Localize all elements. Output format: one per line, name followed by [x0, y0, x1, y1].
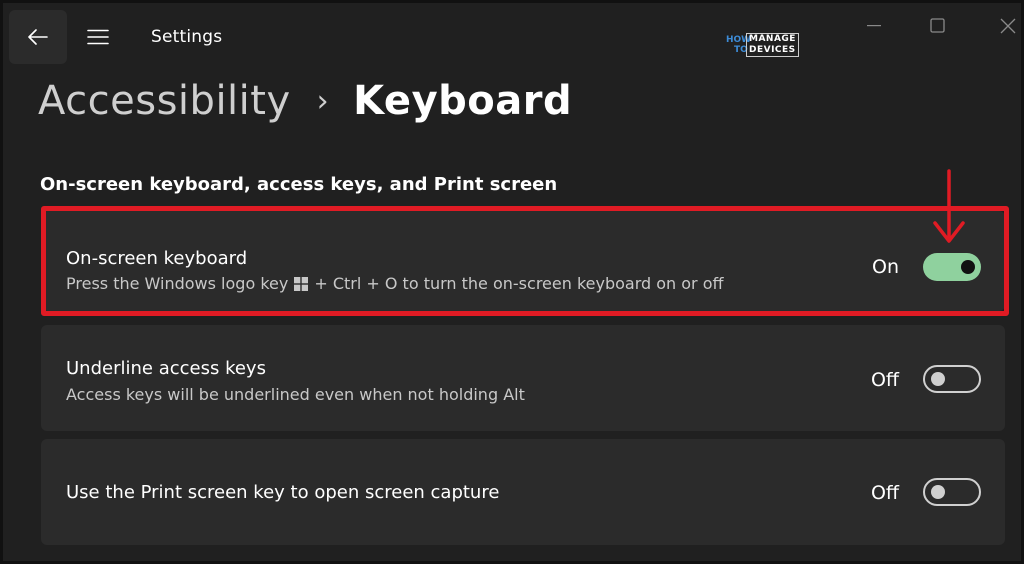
breadcrumb-separator-icon: ›: [316, 83, 330, 119]
setting-description: Access keys will be underlined even when…: [66, 385, 525, 404]
setting-title: Use the Print screen key to open screen …: [66, 482, 500, 503]
minimize-button[interactable]: [851, 11, 897, 41]
setting-title: Underline access keys: [66, 358, 266, 379]
minimize-icon: [867, 25, 881, 27]
close-icon: [1000, 18, 1016, 34]
print-screen-capture-toggle[interactable]: [923, 478, 981, 506]
toggle-state-label: Off: [870, 369, 899, 391]
logo-brand-text: MANAGE DEVICES: [746, 33, 799, 57]
toggle-knob: [931, 372, 945, 386]
page-title: Keyboard: [353, 78, 573, 124]
toggle-knob: [931, 485, 945, 499]
setting-on-screen-keyboard: On-screen keyboard Press the Windows log…: [41, 211, 1005, 311]
hamburger-menu-icon: [87, 29, 109, 45]
back-arrow-icon: [28, 29, 48, 45]
setting-description: Press the Windows logo key + Ctrl + O to…: [66, 274, 724, 293]
maximize-button[interactable]: [915, 11, 961, 41]
toggle-knob: [961, 260, 975, 274]
on-screen-keyboard-toggle[interactable]: [923, 253, 981, 281]
back-button[interactable]: [9, 10, 67, 64]
settings-window: Settings HOW TO MANAGE DEVICES Accessibi…: [0, 0, 1024, 564]
app-title: Settings: [151, 27, 223, 47]
setting-print-screen-capture: Use the Print screen key to open screen …: [41, 439, 1005, 545]
breadcrumb-parent[interactable]: Accessibility: [38, 78, 291, 124]
navigation-menu-button[interactable]: [73, 10, 123, 64]
section-title: On-screen keyboard, access keys, and Pri…: [40, 174, 558, 195]
maximize-icon: [930, 18, 945, 33]
windows-logo-icon: [294, 276, 309, 291]
toggle-state-label: On: [872, 256, 899, 278]
setting-underline-access-keys: Underline access keys Access keys will b…: [41, 325, 1005, 431]
title-bar: Settings HOW TO MANAGE DEVICES: [3, 3, 1024, 69]
watermark-logo: HOW TO MANAGE DEVICES: [726, 32, 806, 58]
close-button[interactable]: [985, 11, 1024, 41]
underline-access-keys-toggle[interactable]: [923, 365, 981, 393]
setting-title: On-screen keyboard: [66, 248, 248, 269]
breadcrumb: Accessibility › Keyboard: [38, 73, 572, 129]
logo-how-text: HOW TO: [726, 35, 752, 55]
toggle-state-label: Off: [870, 482, 899, 504]
